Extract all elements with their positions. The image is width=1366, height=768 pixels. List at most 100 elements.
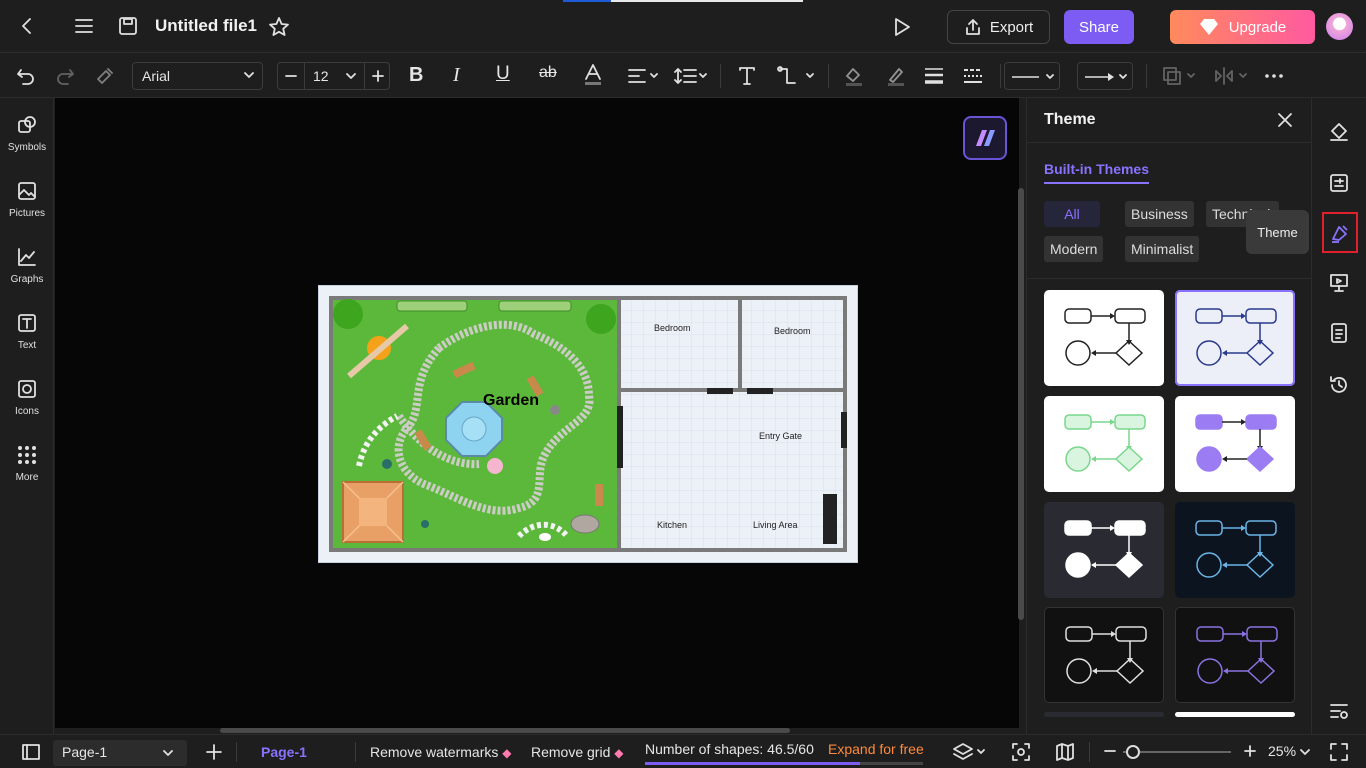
more-options-icon[interactable] [1263,66,1285,86]
italic-icon[interactable]: I [453,64,460,87]
diamond-icon: ◆ [502,746,512,760]
line-weight-icon[interactable] [923,67,945,85]
star-icon[interactable] [268,16,290,38]
decrease-size-icon[interactable] [284,69,298,83]
theme-card[interactable] [1044,502,1164,598]
icons-icon [0,378,54,400]
theme-card[interactable] [1044,607,1164,703]
arrow-style-select[interactable] [1077,62,1133,90]
share-button[interactable]: Share [1064,10,1134,44]
ai-assistant-button[interactable] [963,116,1007,160]
increase-size-icon[interactable] [371,69,385,83]
outline-icon[interactable] [1328,322,1350,344]
save-icon[interactable] [118,16,138,36]
font-size-control: 12 [277,62,390,90]
line-style-select[interactable] [1004,62,1060,90]
theme-card[interactable] [1175,290,1295,386]
menu-icon[interactable] [74,17,94,35]
theme-icon[interactable] [1329,222,1351,244]
back-icon[interactable] [17,16,37,36]
upgrade-label: Upgrade [1228,18,1287,36]
history-icon[interactable] [1328,374,1350,396]
theme-card[interactable] [1175,712,1295,717]
tab-built-in-themes[interactable]: Built-in Themes [1044,161,1150,184]
sidebar-item-text[interactable]: Text [0,312,54,351]
line-spacing-icon[interactable] [674,67,710,85]
filter-business[interactable]: Business [1125,201,1194,227]
font-color-icon[interactable] [583,63,603,87]
bold-icon[interactable]: B [409,64,423,87]
undo-icon[interactable] [16,66,36,86]
panel-title: Theme [1044,111,1096,128]
panel-toggle-icon[interactable] [21,743,41,761]
redo-icon[interactable] [55,66,75,86]
chevron-down-icon [244,71,254,79]
fill-icon[interactable] [843,65,865,87]
sidebar-item-more[interactable]: More [0,444,54,483]
remove-grid-link[interactable]: Remove grid ◆ [531,744,624,760]
sidebar-item-graphs[interactable]: Graphs [0,246,54,285]
fill-bucket-icon[interactable] [1328,120,1350,142]
expand-link[interactable]: Expand for free [828,741,924,757]
font-size-value[interactable]: 12 [313,68,329,84]
export-label: Export [989,18,1034,36]
left-sidebar: Symbols Pictures Graphs Text Icons More [0,98,54,734]
zoom-level[interactable]: 25% [1268,743,1310,759]
zoom-slider-handle[interactable] [1126,745,1140,759]
fullscreen-icon[interactable] [1329,742,1349,762]
close-icon[interactable] [1276,111,1294,129]
filter-all[interactable]: All [1044,201,1100,227]
status-bar: Page-1 Page-1 Remove watermarks ◆ Remove… [0,734,1366,768]
layers-icon[interactable] [952,742,988,762]
avatar[interactable] [1326,13,1353,40]
font-family-select[interactable]: Arial [132,62,263,90]
horizontal-scrollbar[interactable] [220,728,790,733]
upgrade-button[interactable]: Upgrade [1170,10,1315,44]
sidebar-label: Graphs [10,274,44,285]
theme-card[interactable] [1175,502,1295,598]
file-title[interactable]: Untitled file1 [155,16,257,36]
text-tool-icon[interactable] [737,66,757,86]
line-color-icon[interactable] [885,65,907,87]
page-setup-icon[interactable] [1328,172,1350,194]
fit-selection-icon[interactable] [1011,742,1031,762]
sidebar-item-icons[interactable]: Icons [0,378,54,417]
tab-page-1[interactable]: Page-1 [261,744,307,760]
garden-floorplan-diagram[interactable]: Garden Bedroom Bedroom Entry Gate Kitche… [318,285,858,563]
export-icon [964,18,982,36]
chevron-down-icon[interactable] [346,72,356,80]
play-icon[interactable] [891,16,913,38]
format-painter-icon[interactable] [95,66,115,86]
zoom-out-icon[interactable] [1103,744,1117,758]
vertical-scrollbar[interactable] [1018,188,1024,620]
theme-card[interactable] [1175,607,1295,703]
theme-card[interactable] [1044,290,1164,386]
filter-modern[interactable]: Modern [1044,236,1104,262]
map-view-icon[interactable] [1055,742,1075,762]
flip-icon[interactable] [1214,66,1252,86]
presentation-icon[interactable] [1328,272,1350,294]
top-bar: Untitled file1 Export Share Upgrade [0,0,1366,53]
zoom-in-icon[interactable] [1243,744,1257,758]
sidebar-label: Pictures [8,208,46,219]
sidebar-label: Icons [15,406,39,417]
theme-card[interactable] [1044,712,1164,717]
shadow-icon[interactable] [1162,66,1200,86]
connector-icon[interactable] [777,66,817,86]
underline-icon[interactable]: U [496,63,510,85]
sidebar-item-pictures[interactable]: Pictures [0,180,54,219]
theme-card[interactable] [1175,396,1295,492]
sidebar-item-symbols[interactable]: Symbols [0,114,54,153]
filter-minimalist[interactable]: Minimalist [1125,236,1200,262]
add-page-icon[interactable] [205,743,223,761]
strikethrough-icon[interactable]: ab [539,64,557,82]
theme-card[interactable] [1044,396,1164,492]
align-icon[interactable] [627,67,661,85]
export-button[interactable]: Export [947,10,1050,44]
page-select[interactable]: Page-1 [53,740,187,766]
symbols-icon [0,114,54,136]
dash-style-icon[interactable] [962,67,984,85]
theme-tooltip: Theme [1246,210,1309,254]
settings-list-icon[interactable] [1328,700,1350,722]
remove-watermarks-link[interactable]: Remove watermarks ◆ [370,744,512,760]
